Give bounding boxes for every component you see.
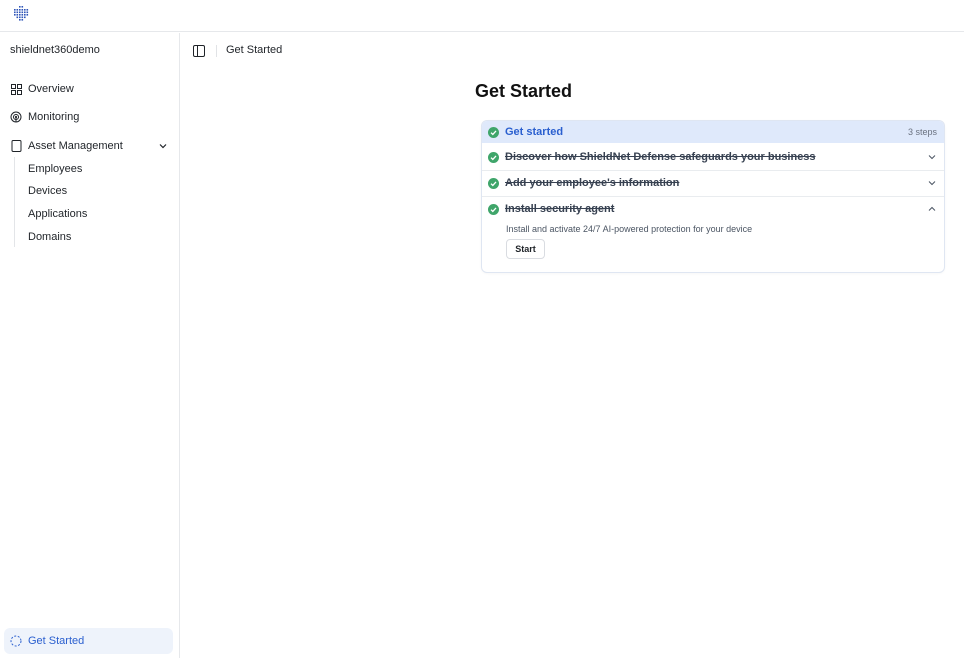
sidebar-item-label: Monitoring — [28, 111, 80, 123]
check-circle-icon — [488, 204, 499, 215]
sidebar: shieldnet360demo Overview Monitoring Ass… — [0, 33, 180, 658]
breadcrumb-divider — [216, 45, 217, 57]
check-circle-icon — [488, 178, 499, 189]
radar-icon — [10, 111, 22, 123]
check-circle-icon — [488, 152, 499, 163]
sidebar-item-domains[interactable]: Domains — [28, 229, 71, 245]
dashed-circle-icon — [10, 635, 22, 647]
step-label: Discover how ShieldNet Defense safeguard… — [505, 151, 816, 163]
step-label: Install security agent — [505, 203, 615, 215]
chevron-down-icon[interactable] — [158, 141, 168, 151]
sidebar-item-asset-management[interactable]: Asset Management — [10, 136, 168, 156]
sidebar-toggle-icon[interactable] — [193, 45, 205, 57]
breadcrumb-current: Get Started — [226, 44, 283, 56]
device-icon — [10, 140, 22, 152]
chevron-down-icon[interactable] — [928, 179, 936, 187]
step-description: Install and activate 24/7 AI-powered pro… — [506, 224, 753, 234]
checklist-step-discover[interactable]: Discover how ShieldNet Defense safeguard… — [482, 151, 944, 163]
top-bar — [0, 0, 964, 32]
sidebar-item-overview[interactable]: Overview — [10, 79, 74, 99]
start-button[interactable]: Start — [506, 239, 545, 259]
chevron-down-icon[interactable] — [928, 153, 936, 161]
check-circle-icon — [488, 126, 499, 138]
sidebar-item-label: Asset Management — [28, 140, 123, 152]
breadcrumb: Get Started — [180, 33, 964, 69]
checklist-step-employees[interactable]: Add your employee's information — [482, 177, 944, 189]
sidebar-item-employees[interactable]: Employees — [28, 161, 82, 177]
sidebar-item-label: Overview — [28, 83, 74, 95]
onboarding-checklist: Get started 3 steps Discover how ShieldN… — [481, 120, 945, 273]
app-logo-icon[interactable] — [12, 5, 30, 23]
page-title: Get Started — [475, 81, 573, 101]
divider — [482, 170, 944, 171]
sidebar-item-monitoring[interactable]: Monitoring — [10, 107, 79, 127]
sidebar-item-devices[interactable]: Devices — [28, 183, 67, 199]
divider — [482, 196, 944, 197]
sidebar-item-applications[interactable]: Applications — [28, 206, 87, 222]
step-count: 3 steps — [907, 127, 937, 137]
checklist-title: Get started — [505, 126, 564, 138]
step-label: Add your employee's information — [505, 177, 680, 189]
checklist-step-install-agent[interactable]: Install security agent — [482, 203, 944, 215]
asset-submenu: Employees Devices Applications Domains — [14, 157, 164, 247]
sidebar-item-label: Get Started — [28, 635, 85, 647]
chevron-up-icon[interactable] — [928, 205, 936, 213]
workspace-name[interactable]: shieldnet360demo — [10, 44, 100, 56]
grid-icon — [10, 83, 22, 95]
checklist-header[interactable]: Get started 3 steps — [482, 121, 944, 143]
sidebar-item-get-started[interactable]: Get Started — [4, 628, 173, 654]
